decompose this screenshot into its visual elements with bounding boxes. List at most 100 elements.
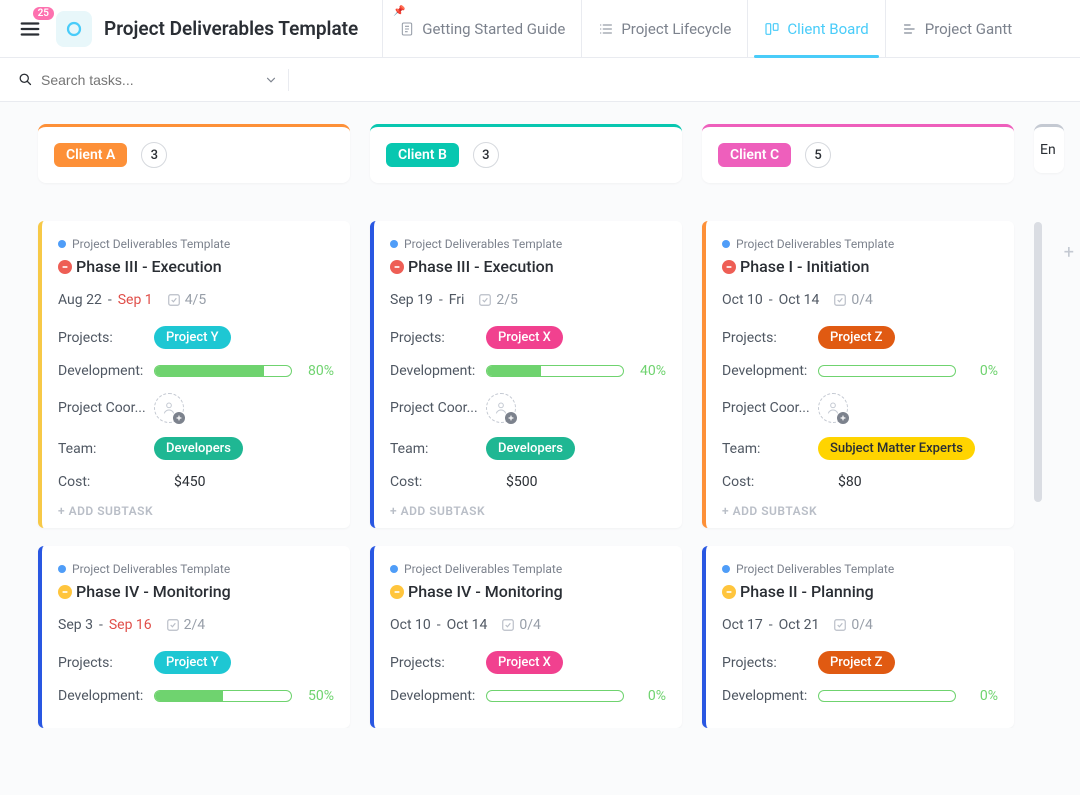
assignee-add[interactable] [818, 393, 848, 423]
tab-label: Project Gantt [925, 20, 1012, 38]
card-title-row: Phase III - Execution [58, 257, 334, 276]
add-column-icon[interactable]: + [1064, 242, 1074, 263]
card-title: Phase IV - Monitoring [76, 582, 231, 601]
subtask-count: 0/4 [501, 617, 541, 633]
card-title-row: Phase II - Planning [722, 582, 998, 601]
scrollbar-thumb[interactable] [1034, 222, 1042, 502]
card-title-row: Phase III - Execution [390, 257, 666, 276]
menu-badge: 25 [33, 7, 54, 20]
project-pill[interactable]: Project Z [818, 651, 895, 674]
card-list: Project Deliverables Template Phase I - … [702, 221, 1014, 728]
template-label: Project Deliverables Template [736, 237, 894, 251]
card-title: Phase III - Execution [408, 257, 554, 276]
page-title: Project Deliverables Template [104, 17, 358, 40]
task-card[interactable]: Project Deliverables Template Phase IV -… [38, 546, 350, 728]
add-subtask-button[interactable]: + ADD SUBTASK [58, 504, 334, 518]
task-card[interactable]: Project Deliverables Template Phase IV -… [370, 546, 682, 728]
date-row: Aug 22- Sep 1 4/5 [58, 292, 334, 308]
column-count: 5 [805, 142, 831, 168]
field-projects: Projects:Project X [390, 651, 666, 674]
field-projects: Projects:Project X [390, 326, 666, 349]
field-projects: Projects:Project Z [722, 651, 998, 674]
progress: 0% [818, 688, 998, 704]
task-card[interactable]: Project Deliverables Template Phase III … [370, 221, 682, 528]
column-header[interactable]: Client A 3 [38, 124, 350, 183]
dot-icon [722, 240, 730, 248]
tab-project-lifecycle[interactable]: Project Lifecycle [581, 0, 747, 57]
tab-project-gantt[interactable]: Project Gantt [885, 0, 1028, 57]
column-client-b: Client B 3 Project Deliverables Template… [370, 124, 682, 728]
field-development: Development:0% [390, 688, 666, 704]
add-subtask-button[interactable]: + ADD SUBTASK [722, 504, 998, 518]
project-pill[interactable]: Project X [486, 651, 563, 674]
field-cost: Cost:$500 [390, 474, 666, 490]
search-wrap[interactable] [18, 72, 278, 88]
subtask-count: 0/4 [833, 292, 873, 308]
column-badge: En [1040, 142, 1056, 158]
card-list: Project Deliverables Template Phase III … [38, 221, 350, 728]
card-list: Project Deliverables Template Phase III … [370, 221, 682, 728]
project-pill[interactable]: Project X [486, 326, 563, 349]
field-development: Development:0% [722, 363, 998, 379]
date-row: Sep 19- Fri 2/5 [390, 292, 666, 308]
card-template: Project Deliverables Template [722, 237, 998, 251]
column-badge: Client B [386, 143, 459, 167]
field-cost: Cost:$80 [722, 474, 998, 490]
card-title-row: Phase IV - Monitoring [390, 582, 666, 601]
card-template: Project Deliverables Template [390, 237, 666, 251]
tab-label: Project Lifecycle [621, 20, 731, 38]
search-icon [18, 72, 33, 87]
hamburger-icon [19, 18, 41, 40]
project-pill[interactable]: Project Y [154, 651, 231, 674]
team-pill[interactable]: Developers [154, 437, 243, 460]
board: Client A 3 Project Deliverables Template… [0, 102, 1080, 728]
column-badge: Client C [718, 143, 791, 167]
progress: 50% [154, 688, 334, 704]
date-start: Aug 22 [58, 292, 102, 308]
field-cost: Cost:$450 [58, 474, 334, 490]
dot-icon [722, 565, 730, 573]
task-card[interactable]: Project Deliverables Template Phase I - … [702, 221, 1014, 528]
field-projects: Projects:Project Z [722, 326, 998, 349]
date-row: Sep 3- Sep 16 2/4 [58, 617, 334, 633]
field-development: Development:0% [722, 688, 998, 704]
column-header[interactable]: Client B 3 [370, 124, 682, 183]
field-development: Development:50% [58, 688, 334, 704]
search-input[interactable] [41, 72, 264, 88]
menu-button[interactable]: 25 [12, 11, 48, 47]
task-card[interactable]: Project Deliverables Template Phase II -… [702, 546, 1014, 728]
chevron-down-icon[interactable] [264, 73, 278, 87]
team-pill[interactable]: Developers [486, 437, 575, 460]
date-start: Sep 19 [390, 292, 433, 308]
date-end: Oct 14 [447, 617, 488, 633]
card-title-row: Phase IV - Monitoring [58, 582, 334, 601]
card-template: Project Deliverables Template [58, 237, 334, 251]
add-subtask-button[interactable]: + ADD SUBTASK [390, 504, 666, 518]
priority-icon [58, 585, 72, 599]
tab-getting-started[interactable]: 📌 Getting Started Guide [382, 0, 581, 57]
card-template: Project Deliverables Template [58, 562, 334, 576]
field-team: Team:Developers [390, 437, 666, 460]
date-start: Sep 3 [58, 617, 93, 633]
assignee-add[interactable] [486, 393, 516, 423]
subtask-count: 0/4 [833, 617, 873, 633]
assignee-add[interactable] [154, 393, 184, 423]
project-pill[interactable]: Project Y [154, 326, 231, 349]
card-template: Project Deliverables Template [390, 562, 666, 576]
circle-icon [65, 20, 83, 38]
field-team: Team:Developers [58, 437, 334, 460]
team-pill[interactable]: Subject Matter Experts [818, 437, 975, 460]
tab-client-board[interactable]: Client Board [747, 0, 884, 57]
date-start: Oct 10 [722, 292, 763, 308]
search-row [0, 58, 1080, 102]
dot-icon [390, 565, 398, 573]
date-row: Oct 17- Oct 21 0/4 [722, 617, 998, 633]
project-pill[interactable]: Project Z [818, 326, 895, 349]
column-header[interactable]: Client C 5 [702, 124, 1014, 183]
column-header[interactable]: En [1034, 124, 1064, 173]
task-card[interactable]: Project Deliverables Template Phase III … [38, 221, 350, 528]
space-icon[interactable] [56, 11, 92, 47]
field-coordinator: Project Coor... [58, 393, 334, 423]
field-team: Team:Subject Matter Experts [722, 437, 998, 460]
card-title: Phase II - Planning [740, 582, 874, 601]
